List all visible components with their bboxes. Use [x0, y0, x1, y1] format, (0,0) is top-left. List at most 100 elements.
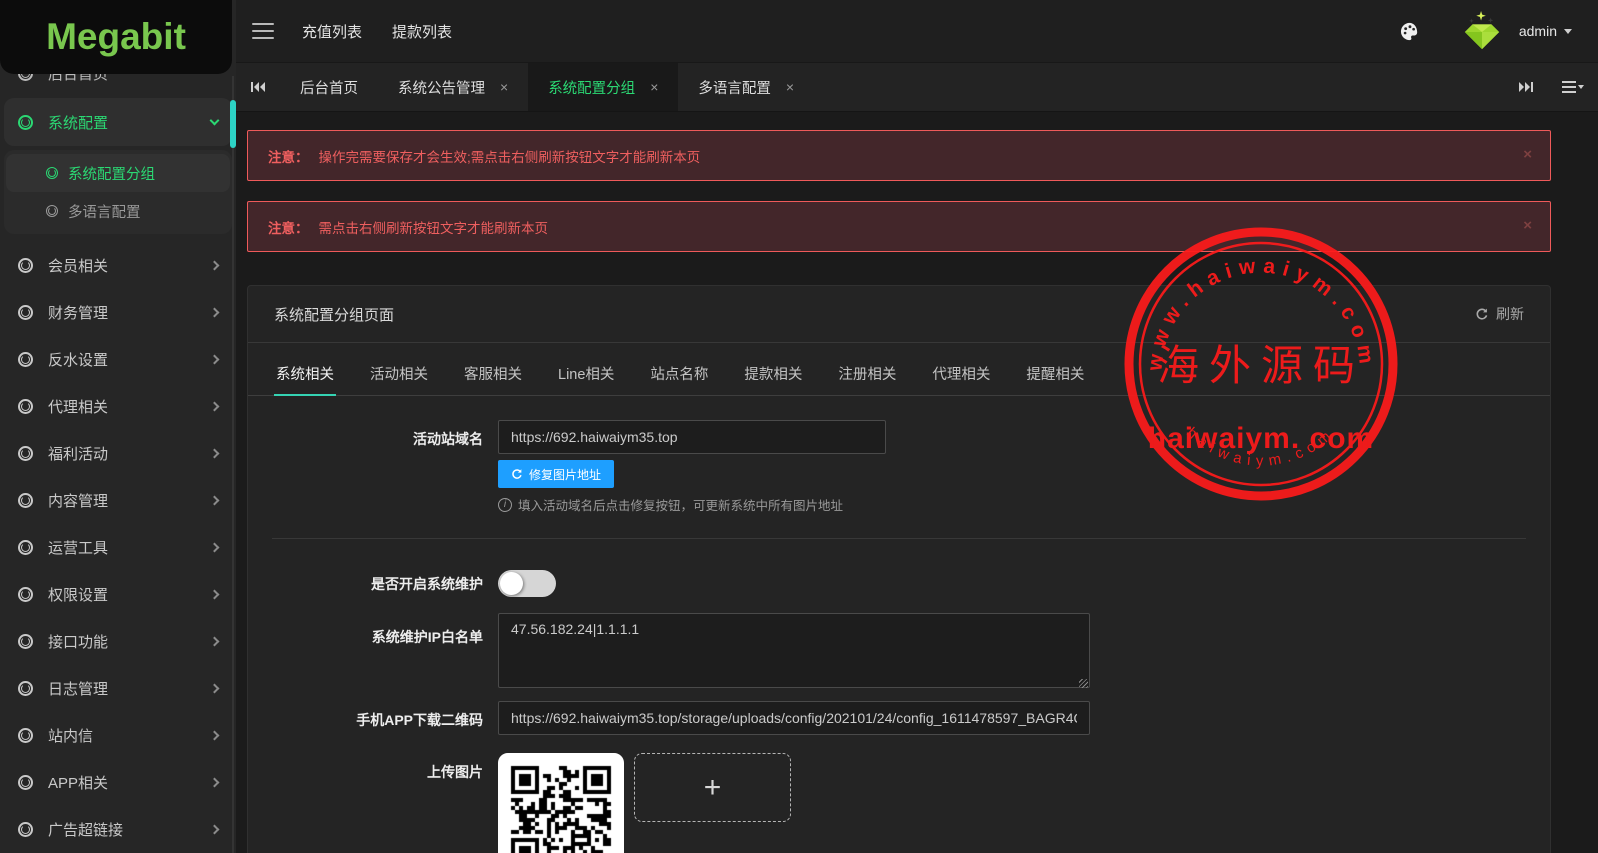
sidebar-subitem-label: 系统配置分组 — [68, 163, 155, 184]
close-icon[interactable]: × — [1523, 217, 1532, 234]
field-label: 系统维护IP白名单 — [248, 613, 498, 693]
scroll-tabs-left-icon[interactable] — [236, 63, 280, 111]
sidebar-subitem-multilang[interactable]: 多语言配置 — [6, 192, 230, 230]
upload-dropzone[interactable]: + — [634, 753, 791, 822]
scroll-tabs-right-icon[interactable] — [1504, 63, 1548, 111]
user-menu[interactable]: admin — [1519, 23, 1572, 39]
circle-icon — [18, 587, 33, 602]
tabs-menu-icon[interactable] — [1548, 63, 1598, 111]
field-label: 是否开启系统维护 — [248, 565, 498, 597]
caret-down-icon — [1564, 29, 1572, 34]
sidebar-item-app[interactable]: APP相关 — [0, 759, 236, 806]
avatar-gem-icon[interactable] — [1459, 10, 1505, 52]
refresh-button[interactable]: 刷新 — [1475, 304, 1524, 324]
sidebar-item-api[interactable]: 接口功能 — [0, 618, 236, 665]
sidebar-item-agent[interactable]: 代理相关 — [0, 383, 236, 430]
sidebar-subitem-config-group[interactable]: 系统配置分组 — [6, 154, 230, 192]
window-tab-config-group[interactable]: 系统配置分组 × — [528, 63, 678, 111]
close-icon[interactable]: × — [500, 79, 508, 95]
tab-agent[interactable]: 代理相关 — [930, 357, 992, 395]
ip-whitelist-textarea[interactable]: 47.56.182.24|1.1.1.1 — [498, 613, 1090, 688]
circle-icon — [18, 446, 33, 461]
sidebar-item-label: 财务管理 — [48, 302, 211, 323]
sidebar-item-label: 反水设置 — [48, 349, 211, 370]
circle-icon — [46, 205, 58, 217]
tab-label: 系统公告管理 — [398, 77, 485, 98]
sidebar-item-permissions[interactable]: 权限设置 — [0, 571, 236, 618]
sidebar-scrollbar-thumb[interactable] — [230, 100, 236, 148]
sidebar-item-rebate[interactable]: 反水设置 — [0, 336, 236, 383]
qr-code-image[interactable] — [498, 753, 624, 853]
sidebar-item-logs[interactable]: 日志管理 — [0, 665, 236, 712]
window-tabstrip: 后台首页 系统公告管理 × 系统配置分组 × 多语言配置 × — [236, 62, 1598, 112]
circle-icon — [18, 258, 33, 273]
tab-activity[interactable]: 活动相关 — [368, 357, 430, 395]
sidebar-subitem-label: 多语言配置 — [68, 201, 141, 222]
sidebar-item-label: 系统配置 — [48, 112, 211, 133]
sidebar-item-ops-tools[interactable]: 运营工具 — [0, 524, 236, 571]
circle-icon — [18, 728, 33, 743]
main-content: 注意： 操作完需要保存才会生效;需点击右侧刷新按钮文字才能刷新本页 × 注意： … — [236, 112, 1598, 853]
logo-card: Megabit — [0, 0, 232, 74]
maintenance-toggle[interactable] — [498, 570, 556, 597]
info-icon: i — [498, 498, 512, 512]
sidebar-item-content[interactable]: 内容管理 — [0, 477, 236, 524]
circle-icon — [18, 775, 33, 790]
close-icon[interactable]: × — [786, 79, 794, 95]
refresh-icon — [1475, 307, 1489, 321]
window-tab-multilang[interactable]: 多语言配置 × — [678, 63, 814, 111]
chevron-right-icon — [210, 355, 220, 365]
notice-alert-2: 注意： 需点击右侧刷新按钮文字才能刷新本页 × — [247, 201, 1551, 252]
refresh-icon — [511, 468, 523, 480]
tab-system[interactable]: 系统相关 — [274, 357, 336, 396]
window-tab-announcements[interactable]: 系统公告管理 × — [378, 63, 528, 111]
sidebar-item-ad-links[interactable]: 广告超链接 — [0, 806, 236, 853]
circle-icon — [18, 352, 33, 367]
sidebar: 后台首页 Megabit 系统配置 系统配置分组 多语言配置 — [0, 0, 236, 853]
activity-domain-input[interactable] — [498, 420, 886, 454]
form-row-maintenance: 是否开启系统维护 — [248, 565, 1550, 597]
brand-logo: Megabit — [46, 16, 186, 58]
theme-palette-icon[interactable] — [1398, 20, 1421, 43]
topbar-nav: 充值列表 提款列表 — [302, 21, 452, 42]
chevron-right-icon — [210, 308, 220, 318]
app-qrcode-url-input[interactable] — [498, 701, 1090, 735]
fix-image-url-button[interactable]: 修复图片地址 — [498, 460, 614, 488]
form-row-upload: 上传图片 + — [248, 753, 1550, 853]
tab-support[interactable]: 客服相关 — [462, 357, 524, 395]
sidebar-item-finance[interactable]: 财务管理 — [0, 289, 236, 336]
menu-toggle-icon[interactable] — [252, 18, 274, 44]
field-label: 手机APP下载二维码 — [248, 701, 498, 735]
sidebar-item-label: 站内信 — [48, 725, 211, 746]
circle-icon — [18, 493, 33, 508]
chevron-right-icon — [210, 449, 220, 459]
config-tabs: 系统相关 活动相关 客服相关 Line相关 站点名称 提款相关 注册相关 代理相… — [248, 357, 1550, 396]
sidebar-item-members[interactable]: 会员相关 — [0, 242, 236, 289]
chevron-right-icon — [210, 637, 220, 647]
close-icon[interactable]: × — [1523, 146, 1532, 163]
resize-handle[interactable] — [1079, 679, 1088, 688]
form-row-qrcode-url: 手机APP下载二维码 — [248, 701, 1550, 735]
chevron-down-icon — [210, 115, 220, 125]
button-label: 修复图片地址 — [529, 466, 601, 483]
qr-code-canvas — [505, 760, 617, 853]
close-icon[interactable]: × — [650, 79, 658, 95]
tab-sitename[interactable]: 站点名称 — [648, 357, 710, 395]
form-row-whitelist: 系统维护IP白名单 47.56.182.24|1.1.1.1 — [248, 613, 1550, 693]
sidebar-item-system-config[interactable]: 系统配置 — [4, 98, 232, 146]
field-label: 上传图片 — [248, 753, 498, 853]
tab-reminder[interactable]: 提醒相关 — [1024, 357, 1086, 395]
username: admin — [1519, 23, 1557, 39]
nav-withdraw-list[interactable]: 提款列表 — [392, 21, 452, 42]
nav-recharge-list[interactable]: 充值列表 — [302, 21, 362, 42]
tab-withdraw[interactable]: 提款相关 — [742, 357, 804, 395]
tab-line[interactable]: Line相关 — [556, 357, 616, 395]
tab-label: 系统配置分组 — [548, 77, 635, 98]
tab-register[interactable]: 注册相关 — [836, 357, 898, 395]
sidebar-item-welfare[interactable]: 福利活动 — [0, 430, 236, 477]
chevron-right-icon — [210, 590, 220, 600]
sidebar-item-label: APP相关 — [48, 772, 211, 793]
window-tab-home[interactable]: 后台首页 — [280, 63, 378, 111]
sidebar-item-messages[interactable]: 站内信 — [0, 712, 236, 759]
field-label: 活动站域名 — [248, 420, 498, 514]
